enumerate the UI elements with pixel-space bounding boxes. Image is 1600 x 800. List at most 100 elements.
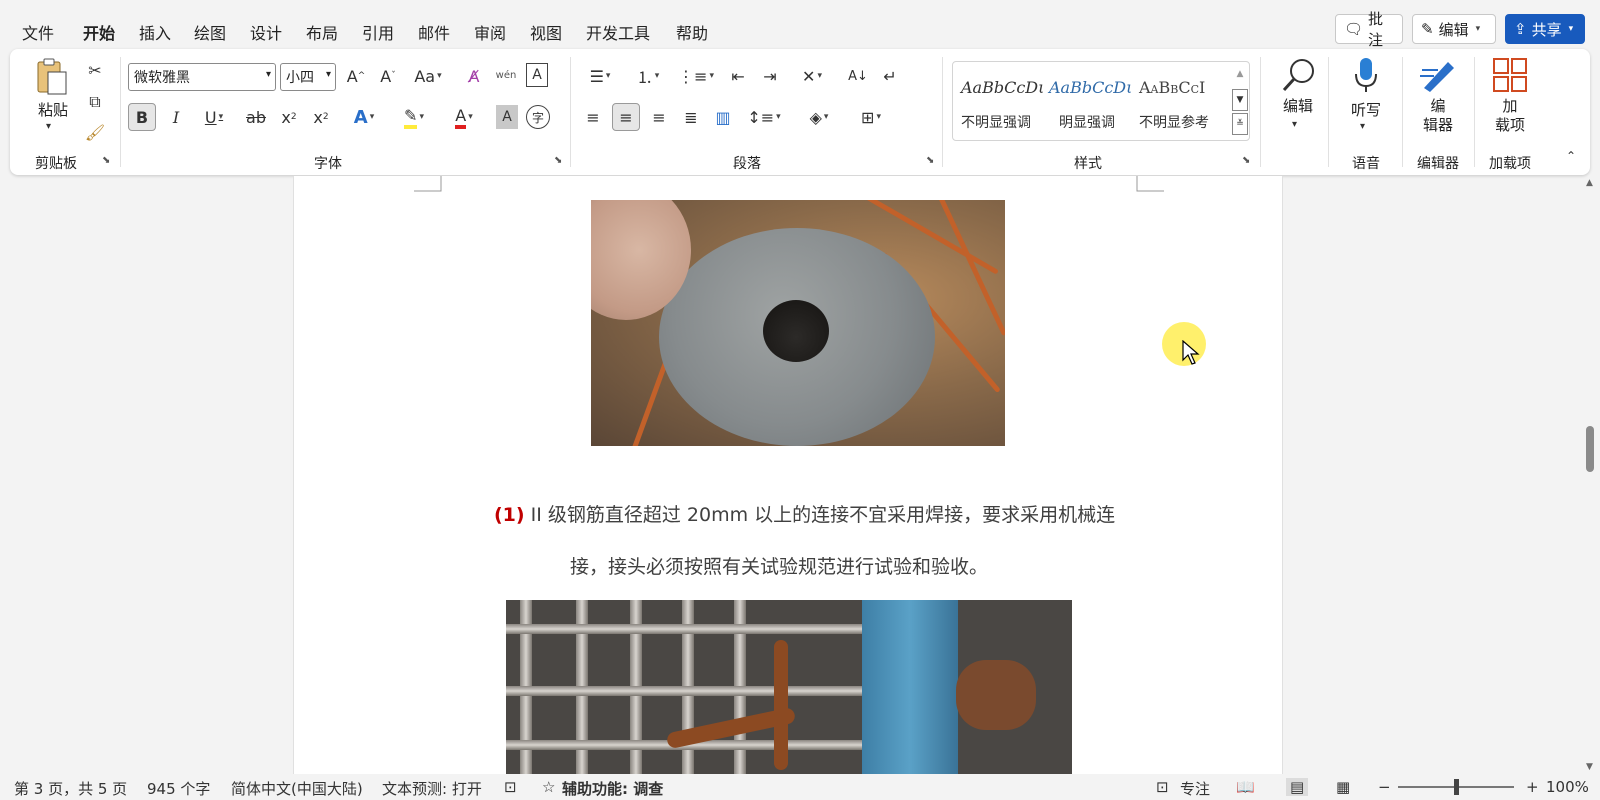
style-sample[interactable]: AaBbCcI [1139, 78, 1205, 97]
collapse-ribbon-icon[interactable]: ⌃ [1566, 149, 1576, 163]
distributed-icon[interactable]: ▥ [710, 103, 736, 131]
sort-icon[interactable]: A↓ [846, 63, 870, 89]
tab-review[interactable]: 审阅 [474, 20, 506, 44]
clear-formatting-icon[interactable]: A̸ [462, 63, 486, 89]
accessibility-status[interactable]: 辅助功能: 调查 [562, 778, 663, 799]
zoom-in-icon[interactable]: + [1526, 778, 1539, 796]
styles-launcher-icon[interactable]: ⬊ [1242, 155, 1250, 166]
superscript-icon[interactable]: x2 [308, 103, 334, 131]
track-changes-icon[interactable]: ⊡ [504, 778, 517, 796]
show-formatting-icon[interactable]: ↵ [878, 63, 902, 89]
tab-file[interactable]: 文件 [22, 20, 54, 44]
tab-references[interactable]: 引用 [362, 20, 394, 44]
gallery-down-icon[interactable]: ▼ [1232, 89, 1248, 111]
justify-icon[interactable]: ≣ [678, 103, 704, 131]
tab-insert[interactable]: 插入 [139, 20, 171, 44]
align-center-icon[interactable]: ≡ [612, 103, 640, 131]
zoom-level[interactable]: 100% [1546, 778, 1589, 796]
style-sample[interactable]: AaBbCcDι [1049, 78, 1132, 97]
text-effects-icon[interactable]: A ▾ [344, 103, 384, 131]
tab-help[interactable]: 帮助 [676, 20, 708, 44]
paragraph-line-1[interactable]: (1) II 级钢筋直径超过 20mm 以上的连接不宜采用焊接，要求采用机械连 [494, 500, 1115, 527]
tab-view[interactable]: 视图 [530, 20, 562, 44]
bullets-icon[interactable]: ☰ ▾ [580, 63, 620, 89]
style-sample[interactable]: AaBbCcDι [961, 78, 1044, 97]
gallery-up-icon[interactable]: ▲ [1232, 63, 1248, 85]
strikethrough-icon[interactable]: ab [242, 103, 270, 131]
chevron-down-icon[interactable]: ▾ [1292, 119, 1297, 130]
subscript-icon[interactable]: x2 [276, 103, 302, 131]
word-count[interactable]: 945 个字 [147, 778, 210, 799]
text-prediction-status[interactable]: 文本预测: 打开 [382, 778, 482, 799]
style-subtle-reference[interactable]: 不明显参考 [1139, 112, 1209, 132]
addins-label-line1[interactable]: 加 [1488, 97, 1532, 116]
scroll-down-icon[interactable]: ▼ [1586, 762, 1593, 772]
font-launcher-icon[interactable]: ⬊ [554, 155, 562, 166]
web-layout-icon[interactable]: ▦ [1336, 778, 1350, 796]
zoom-slider[interactable] [1398, 779, 1514, 795]
multilevel-list-icon[interactable]: ⋮≡ ▾ [676, 63, 716, 89]
character-shading-icon[interactable]: A [496, 105, 518, 129]
shading-icon[interactable]: ◈ ▾ [798, 103, 840, 131]
style-subtle-emphasis[interactable]: 不明显强调 [961, 112, 1031, 132]
asian-layout-icon[interactable]: ✕ ▾ [792, 63, 832, 89]
line-spacing-icon[interactable]: ↕≡ ▾ [744, 103, 784, 131]
addins-icon[interactable] [1488, 55, 1532, 95]
chevron-down-icon[interactable]: ▾ [1360, 121, 1365, 132]
style-intense-emphasis[interactable]: 明显强调 [1059, 112, 1115, 132]
cut-icon[interactable]: ✂ [84, 59, 106, 81]
editor-label-line1[interactable]: 编 [1416, 97, 1460, 116]
underline-icon[interactable]: U ▾ [194, 103, 234, 131]
editor-label-line2[interactable]: 辑器 [1416, 116, 1460, 135]
paragraph-launcher-icon[interactable]: ⬊ [926, 155, 934, 166]
highlight-color-icon[interactable]: ✎ ▾ [394, 103, 434, 131]
tab-draw[interactable]: 绘图 [194, 20, 226, 44]
zoom-out-icon[interactable]: − [1378, 778, 1391, 796]
print-layout-icon[interactable]: ▤ [1286, 778, 1309, 796]
grow-font-icon[interactable]: A ^ [344, 63, 368, 89]
phonetic-guide-icon[interactable]: wén [494, 61, 518, 89]
editor-icon[interactable] [1416, 55, 1460, 95]
comments-button[interactable]: 🗨 批注 [1335, 10, 1403, 49]
scrollbar-thumb[interactable] [1586, 426, 1594, 472]
tab-design[interactable]: 设计 [250, 20, 282, 44]
paragraph-line-2[interactable]: 接，接头必须按照有关试验规范进行试验和验收。 [570, 552, 988, 579]
tab-home[interactable]: 开始 [83, 20, 116, 52]
italic-icon[interactable]: I [164, 103, 188, 131]
numbering-icon[interactable]: ⒈ ▾ [628, 63, 668, 89]
font-size-combo[interactable]: 小四 ▾ [280, 63, 336, 91]
align-right-icon[interactable]: ≡ [646, 103, 672, 131]
clipboard-launcher-icon[interactable]: ⬊ [102, 155, 110, 166]
paste-label[interactable]: 粘贴 [34, 101, 72, 120]
editing-mode-button[interactable]: ✎ 编辑 ▾ [1412, 14, 1496, 44]
character-border-icon[interactable]: A [526, 63, 548, 87]
copy-icon[interactable]: ⧉ [84, 91, 106, 113]
share-button[interactable]: ⇪ 共享 ▾ [1505, 14, 1585, 44]
enclose-characters-icon[interactable]: 字 [526, 105, 550, 129]
microphone-icon[interactable] [1346, 55, 1386, 95]
bold-icon[interactable]: B [128, 103, 156, 131]
focus-mode-button[interactable]: 专注 [1180, 778, 1210, 799]
read-mode-icon[interactable]: 📖 [1236, 778, 1255, 796]
dictate-label[interactable]: 听写 [1346, 101, 1386, 120]
addins-label-line2[interactable]: 载项 [1488, 116, 1532, 135]
borders-icon[interactable]: ⊞ ▾ [850, 103, 892, 131]
font-color-icon[interactable]: A ▾ [444, 103, 484, 131]
gallery-more-icon[interactable]: ≚ [1232, 113, 1248, 135]
decrease-indent-icon[interactable]: ⇤ [726, 63, 750, 89]
search-icon[interactable] [1276, 55, 1320, 95]
scroll-up-icon[interactable]: ▲ [1586, 178, 1593, 188]
chevron-down-icon[interactable]: ▾ [46, 121, 51, 132]
zoom-slider-thumb[interactable] [1454, 779, 1459, 795]
tab-developer[interactable]: 开发工具 [586, 20, 650, 44]
language-status[interactable]: 简体中文(中国大陆) [231, 778, 363, 799]
vertical-scrollbar[interactable]: ▲ ▼ [1582, 176, 1600, 776]
tab-mailings[interactable]: 邮件 [418, 20, 450, 44]
editing-label[interactable]: 编辑 [1276, 97, 1320, 116]
change-case-icon[interactable]: Aa ▾ [408, 63, 448, 89]
font-name-combo[interactable]: 微软雅黑 ▾ [128, 63, 276, 91]
rebar-cage-photo[interactable] [506, 600, 1072, 774]
tab-layout[interactable]: 布局 [306, 20, 338, 44]
grinding-disc-photo[interactable] [591, 200, 1005, 446]
increase-indent-icon[interactable]: ⇥ [758, 63, 782, 89]
